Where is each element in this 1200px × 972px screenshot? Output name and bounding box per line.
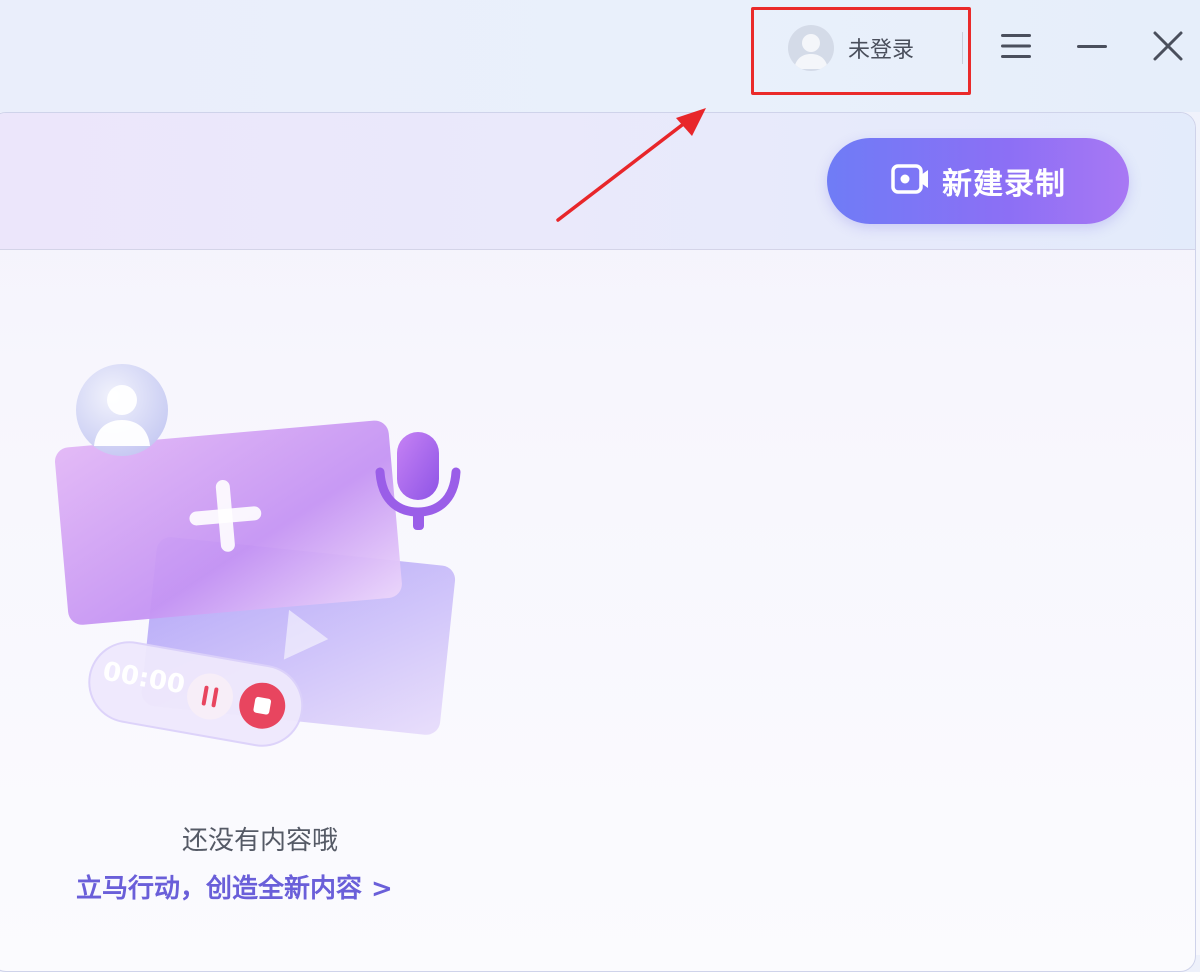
annotation-arrow xyxy=(556,108,706,222)
video-camera-icon xyxy=(890,162,930,200)
new-recording-button[interactable]: 新建录制 xyxy=(827,138,1129,224)
title-bar: 未登录 xyxy=(0,0,1200,112)
close-button[interactable] xyxy=(1144,24,1192,72)
close-icon xyxy=(1151,29,1185,67)
empty-state-illustration: 00:00 xyxy=(54,364,461,747)
menu-button[interactable] xyxy=(992,24,1040,72)
empty-state-title: 还没有内容哦 xyxy=(181,826,338,856)
create-content-link[interactable]: 立马行动，创造全新内容 > xyxy=(76,868,393,905)
menu-icon xyxy=(999,31,1033,65)
minimize-icon xyxy=(1075,31,1109,65)
annotation-highlight-box xyxy=(751,7,971,95)
minimize-button[interactable] xyxy=(1068,24,1116,72)
new-recording-label: 新建录制 xyxy=(942,167,1066,202)
